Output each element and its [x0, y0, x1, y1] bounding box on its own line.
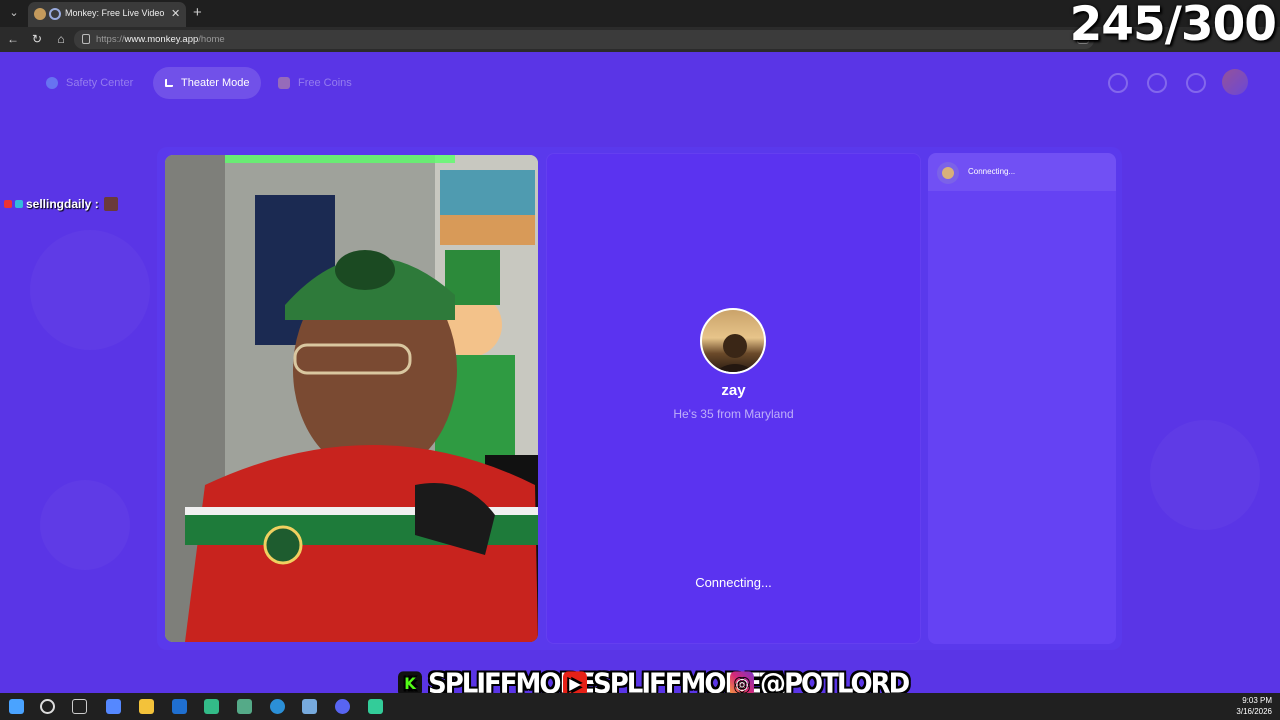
search-icon[interactable] [40, 699, 55, 714]
local-camera-video [165, 155, 538, 642]
system-clock[interactable]: 9:03 PM 3/16/2026 [1236, 695, 1272, 717]
theater-mode-label: Theater Mode [181, 77, 250, 89]
close-tab-icon[interactable]: ✕ [171, 7, 180, 20]
discord-icon[interactable] [335, 699, 350, 714]
file-explorer-icon[interactable] [139, 699, 154, 714]
peer-avatar [700, 308, 766, 374]
browser-tab[interactable]: Monkey: Free Live Video Chat ✕ [28, 2, 186, 27]
free-coins-label: Free Coins [298, 77, 352, 89]
coin-icon [278, 77, 290, 89]
connection-status: Connecting... [695, 575, 772, 590]
safety-center-label: Safety Center [66, 77, 134, 89]
store-icon[interactable] [204, 699, 219, 714]
safety-center-button[interactable]: Safety Center [34, 67, 145, 99]
copilot-icon[interactable] [106, 699, 121, 714]
reload-icon[interactable]: ↻ [30, 32, 44, 46]
emote-icon [103, 197, 118, 211]
tab-title: Monkey: Free Live Video Chat [65, 8, 167, 18]
history-icon[interactable] [1147, 73, 1167, 93]
messages-icon[interactable] [1186, 73, 1206, 93]
monkey-favicon-icon [34, 8, 46, 20]
app-icon[interactable] [368, 699, 383, 714]
clock-time: 9:03 PM [1242, 696, 1272, 705]
free-coins-button[interactable]: Free Coins [266, 67, 364, 99]
stream-chat-message: sellingdaily : [4, 197, 121, 211]
url-text: https://www.monkey.app/home [96, 34, 225, 45]
monkey-avatar-icon [937, 162, 959, 184]
chat-status: Connecting... [968, 167, 1016, 176]
background-blob [40, 480, 130, 570]
start-icon[interactable] [9, 699, 24, 714]
lock-icon [82, 34, 90, 44]
shield-icon [46, 77, 58, 89]
background-blob [1150, 420, 1260, 530]
peer-info: He's 35 from Maryland [673, 407, 794, 421]
back-icon[interactable]: ← [6, 32, 20, 46]
url-path: /home [198, 34, 225, 45]
chat-panel [928, 153, 1116, 644]
peer-name: zay [721, 382, 746, 399]
outlook-icon[interactable] [172, 699, 187, 714]
new-tab-icon[interactable]: + [193, 4, 202, 21]
webcam-feed-image [165, 155, 538, 642]
background-blob [30, 230, 150, 350]
theater-mode-button[interactable]: Theater Mode [153, 67, 262, 99]
edge-icon[interactable] [270, 699, 285, 714]
url-prefix: https:// [96, 34, 125, 45]
app-icon[interactable] [237, 699, 252, 714]
home-icon[interactable]: ⌂ [54, 32, 68, 46]
profile-badge-icon[interactable] [1108, 73, 1128, 93]
url-host: www.monkey.app [124, 34, 199, 45]
clock-date: 3/16/2026 [1236, 707, 1272, 716]
audio-indicator-icon [49, 8, 61, 20]
taskbar: 9:03 PM 3/16/2026 [0, 693, 1280, 720]
badge-icon [15, 200, 23, 208]
badge-icon [4, 200, 12, 208]
chat-username: sellingdaily : [26, 197, 99, 211]
app-icon[interactable] [302, 699, 317, 714]
expand-icon [165, 79, 173, 87]
url-field[interactable]: https://www.monkey.app/home [74, 30, 1094, 49]
tab-list-icon[interactable]: ⌄ [6, 5, 22, 21]
user-avatar[interactable] [1222, 69, 1248, 95]
task-view-icon[interactable] [72, 699, 87, 714]
viewer-counter: 245/300 [1069, 0, 1277, 52]
